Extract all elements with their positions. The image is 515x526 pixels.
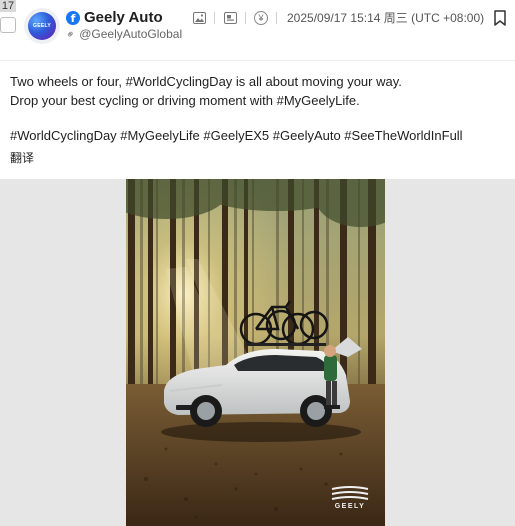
image-icon[interactable] [192, 11, 206, 25]
post-line: Two wheels or four, #WorldCyclingDay is … [10, 74, 402, 89]
select-checkbox[interactable] [0, 17, 16, 33]
post-timestamp: 2025/09/17 15:14 周三 (UTC +08:00) [287, 11, 485, 25]
header-divider [0, 60, 515, 61]
post-meta: ¥ 2025/09/17 15:14 周三 (UTC +08:00) [192, 9, 484, 26]
meta-separator [245, 11, 246, 24]
post-photo[interactable]: GEELY [126, 179, 385, 526]
yen-icon[interactable]: ¥ [254, 10, 268, 25]
author-line: f Geely Auto [66, 9, 163, 26]
meta-separator [214, 11, 215, 24]
bookmark-icon[interactable] [493, 10, 507, 26]
author-handle[interactable]: @GeelyAutoGlobal [79, 27, 182, 41]
avatar[interactable]: GEELY [24, 8, 60, 44]
row-number: 17 [0, 0, 16, 12]
avatar-logo-text: GEELY [33, 23, 51, 29]
photo-logo-text: GEELY [334, 503, 366, 510]
post-body: Two wheels or four, #WorldCyclingDay is … [10, 72, 510, 110]
post-line: Drop your best cycling or driving moment… [10, 93, 360, 108]
author-name[interactable]: Geely Auto [84, 9, 163, 26]
facebook-icon: f [66, 10, 80, 25]
geely-logo-avatar: GEELY [28, 12, 56, 40]
meta-separator [276, 11, 277, 24]
translate-button[interactable]: 翻译 [10, 149, 34, 166]
handle-line: ⚭ @GeelyAutoGlobal [63, 26, 182, 42]
forest-car-image [126, 179, 385, 526]
gallery-icon[interactable] [223, 11, 237, 25]
link-icon: ⚭ [63, 26, 79, 42]
post-hashtags[interactable]: #WorldCyclingDay #MyGeelyLife #GeelyEX5 … [10, 126, 510, 145]
